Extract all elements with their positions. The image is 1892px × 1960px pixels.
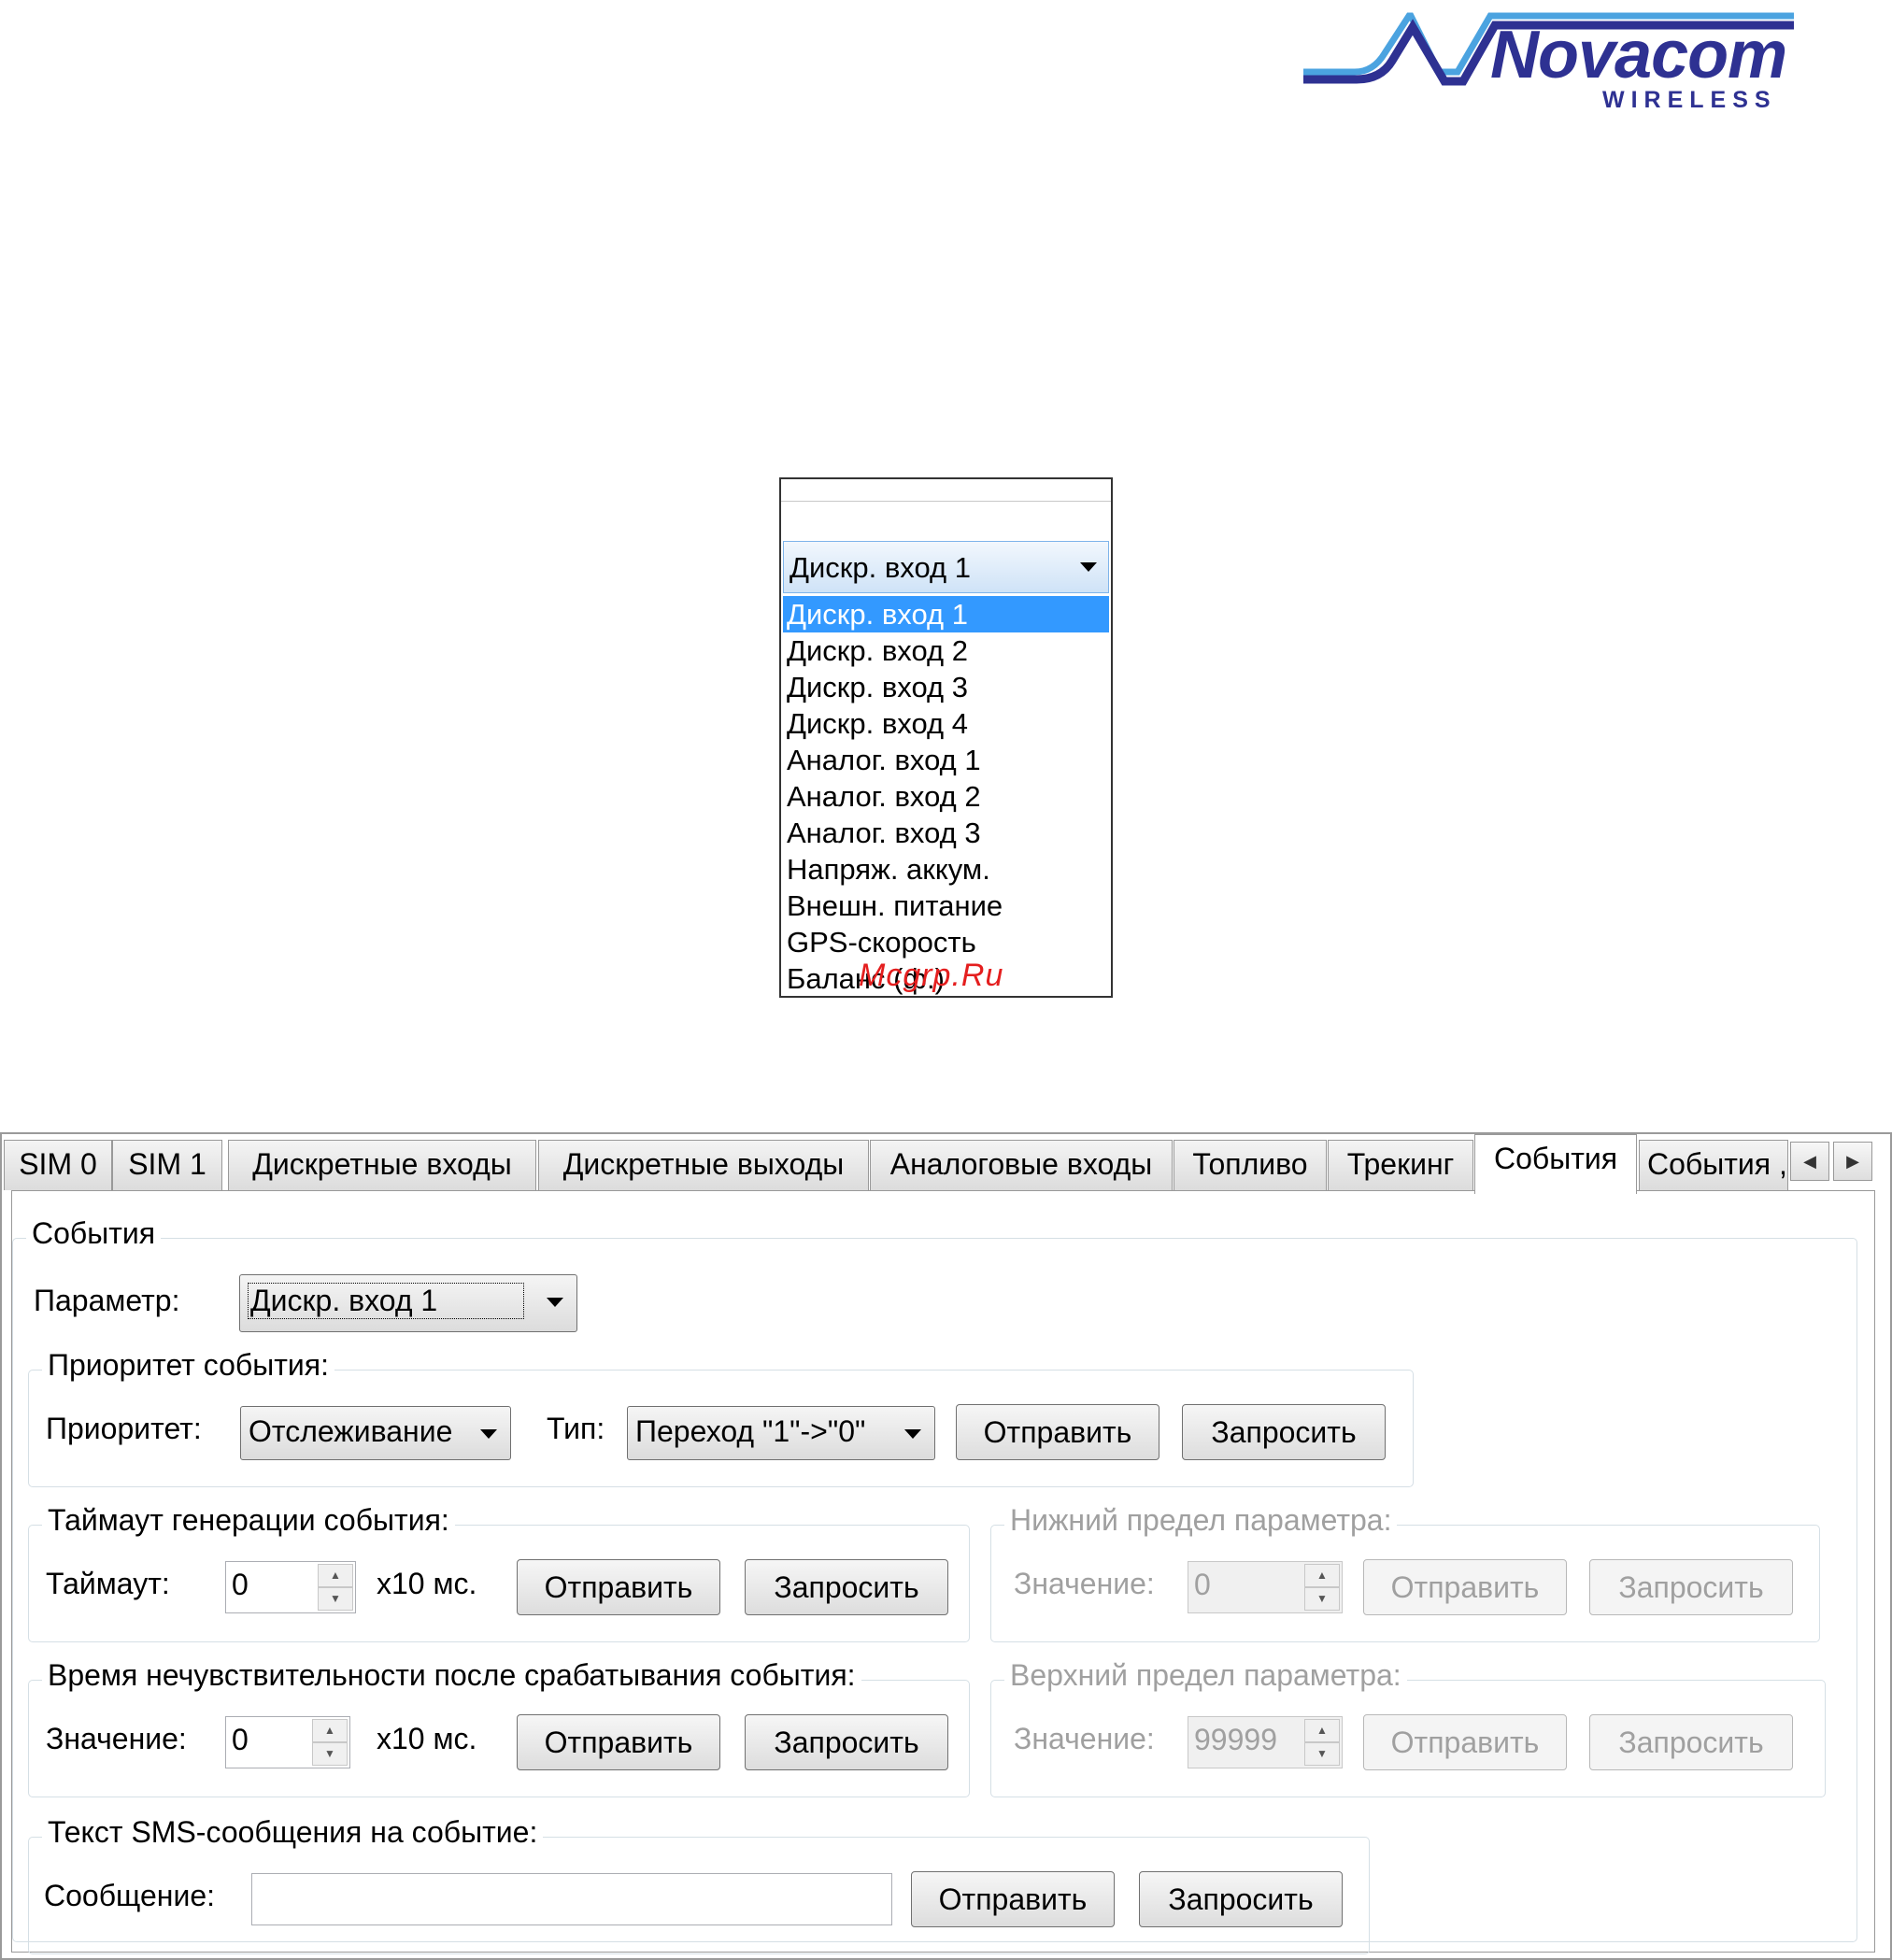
param-label: Параметр:	[34, 1284, 180, 1317]
tab-analog-inputs[interactable]: Аналоговые входы	[870, 1140, 1173, 1190]
option-analog-input-3[interactable]: Аналог. вход 3	[783, 815, 1109, 851]
chevron-down-icon[interactable]	[547, 1298, 563, 1307]
tab-scroll-left-icon[interactable]: ◀	[1790, 1142, 1829, 1181]
novacom-logo: Novacom WIRELESS	[1299, 5, 1794, 117]
upper-limit-spinner[interactable]: 99999 ▲ ▼	[1188, 1716, 1343, 1768]
parameter-combo-expanded[interactable]: Дискр. вход 1	[783, 541, 1109, 593]
insensitivity-label: Значение:	[46, 1722, 187, 1755]
type-combo-value: Переход "1"->"0"	[635, 1414, 866, 1448]
lower-limit-value: 0	[1194, 1568, 1211, 1601]
upper-limit-value: 99999	[1194, 1723, 1277, 1756]
tab-scroll-right-icon[interactable]: ▶	[1833, 1142, 1872, 1181]
option-external-power[interactable]: Внешн. питание	[783, 888, 1109, 924]
chevron-down-icon[interactable]	[904, 1429, 921, 1439]
option-discrete-input-1[interactable]: Дискр. вход 1	[783, 596, 1109, 632]
timeout-label: Таймаут:	[46, 1567, 170, 1600]
parameter-options-list[interactable]: Дискр. вход 1 Дискр. вход 2 Дискр. вход …	[783, 596, 1109, 997]
timeout-group-title: Таймаут генерации события:	[42, 1503, 455, 1538]
type-combo[interactable]: Переход "1"->"0"	[627, 1406, 935, 1460]
timeout-group: Таймаут генерации события: Таймаут: 0 ▲ …	[28, 1503, 970, 1642]
spin-down-icon[interactable]: ▼	[1304, 1587, 1340, 1611]
upper-limit-label: Значение:	[1014, 1722, 1155, 1755]
tab-events-more[interactable]: События ,	[1639, 1140, 1788, 1190]
settings-panel: SIM 0 SIM 1 Дискретные входы Дискретные …	[0, 1132, 1892, 1960]
priority-group: Приоритет события: Приоритет: Отслеживан…	[28, 1348, 1414, 1487]
option-discrete-input-3[interactable]: Дискр. вход 3	[783, 669, 1109, 705]
watermark: Mcgrp.Ru	[859, 958, 1004, 993]
priority-request-button[interactable]: Запросить	[1182, 1404, 1386, 1460]
sms-group: Текст SMS-сообщения на событие: Сообщени…	[28, 1815, 1370, 1954]
lower-limit-label: Значение:	[1014, 1567, 1155, 1600]
tab-discrete-inputs[interactable]: Дискретные входы	[228, 1140, 536, 1190]
divider	[781, 501, 1111, 502]
events-group-title: События	[26, 1216, 162, 1251]
insensitivity-request-button[interactable]: Запросить	[745, 1714, 948, 1770]
events-group: События Параметр: Дискр. вход 1 Приорите…	[12, 1216, 1857, 1954]
lower-limit-group-title: Нижний предел параметра:	[1004, 1503, 1398, 1538]
tab-sim-1[interactable]: SIM 1	[112, 1140, 222, 1190]
insensitivity-group-title: Время нечувствительности после срабатыва…	[42, 1658, 861, 1693]
timeout-spinner[interactable]: 0 ▲ ▼	[225, 1561, 356, 1613]
insensitivity-value: 0	[232, 1723, 249, 1756]
insensitivity-unit: x10 мс.	[377, 1722, 477, 1755]
upper-limit-group: Верхний предел параметра: Значение: 9999…	[990, 1658, 1826, 1797]
logo-wordmark: Novacom	[1490, 18, 1787, 92]
tab-fuel[interactable]: Топливо	[1174, 1140, 1327, 1190]
param-combo[interactable]: Дискр. вход 1	[239, 1274, 577, 1332]
option-discrete-input-4[interactable]: Дискр. вход 4	[783, 705, 1109, 742]
lower-limit-group: Нижний предел параметра: Значение: 0 ▲ ▼…	[990, 1503, 1820, 1642]
option-discrete-input-2[interactable]: Дискр. вход 2	[783, 632, 1109, 669]
tab-bar: SIM 0 SIM 1 Дискретные входы Дискретные …	[2, 1134, 1890, 1194]
events-tab-content: События Параметр: Дискр. вход 1 Приорите…	[11, 1190, 1875, 1954]
sms-label: Сообщение:	[44, 1879, 216, 1912]
lower-limit-spinner[interactable]: 0 ▲ ▼	[1188, 1561, 1343, 1613]
parameter-combo-value: Дискр. вход 1	[790, 551, 971, 584]
spin-up-icon[interactable]: ▲	[318, 1564, 353, 1587]
option-analog-input-2[interactable]: Аналог. вход 2	[783, 778, 1109, 815]
param-combo-value: Дискр. вход 1	[248, 1283, 524, 1319]
priority-group-title: Приоритет события:	[42, 1348, 334, 1383]
spin-up-icon[interactable]: ▲	[312, 1719, 348, 1742]
lower-limit-send-button[interactable]: Отправить	[1363, 1559, 1567, 1615]
timeout-request-button[interactable]: Запросить	[745, 1559, 948, 1615]
tab-sim-0[interactable]: SIM 0	[4, 1140, 112, 1190]
option-analog-input-1[interactable]: Аналог. вход 1	[783, 742, 1109, 778]
chevron-down-icon[interactable]	[1080, 562, 1097, 572]
spin-up-icon[interactable]: ▲	[1304, 1719, 1340, 1742]
upper-limit-request-button[interactable]: Запросить	[1589, 1714, 1793, 1770]
lower-limit-request-button[interactable]: Запросить	[1589, 1559, 1793, 1615]
option-battery-voltage[interactable]: Напряж. аккум.	[783, 851, 1109, 888]
tab-tracking[interactable]: Трекинг	[1328, 1140, 1473, 1190]
sms-request-button[interactable]: Запросить	[1139, 1871, 1343, 1927]
timeout-value: 0	[232, 1568, 249, 1601]
tab-events[interactable]: События	[1474, 1134, 1637, 1194]
insensitivity-send-button[interactable]: Отправить	[517, 1714, 720, 1770]
spin-down-icon[interactable]: ▼	[312, 1742, 348, 1766]
spin-up-icon[interactable]: ▲	[1304, 1564, 1340, 1587]
spin-down-icon[interactable]: ▼	[1304, 1742, 1340, 1766]
parameter-dropdown-demo: Дискр. вход 1 Дискр. вход 1 Дискр. вход …	[779, 477, 1113, 998]
spin-down-icon[interactable]: ▼	[318, 1587, 353, 1611]
tab-discrete-outputs[interactable]: Дискретные выходы	[538, 1140, 869, 1190]
priority-combo[interactable]: Отслеживание	[240, 1406, 511, 1460]
priority-combo-value: Отслеживание	[249, 1414, 453, 1448]
upper-limit-group-title: Верхний предел параметра:	[1004, 1658, 1407, 1693]
priority-send-button[interactable]: Отправить	[956, 1404, 1159, 1460]
type-label: Тип:	[547, 1412, 605, 1445]
option-gps-speed[interactable]: GPS-скорость	[783, 924, 1109, 960]
logo-subtitle: WIRELESS	[1602, 87, 1777, 113]
insensitivity-spinner[interactable]: 0 ▲ ▼	[225, 1716, 350, 1768]
insensitivity-group: Время нечувствительности после срабатыва…	[28, 1658, 970, 1797]
timeout-send-button[interactable]: Отправить	[517, 1559, 720, 1615]
chevron-down-icon[interactable]	[480, 1429, 497, 1439]
upper-limit-send-button[interactable]: Отправить	[1363, 1714, 1567, 1770]
sms-group-title: Текст SMS-сообщения на событие:	[42, 1815, 544, 1850]
sms-send-button[interactable]: Отправить	[911, 1871, 1115, 1927]
priority-label: Приоритет:	[46, 1412, 202, 1445]
sms-message-input[interactable]	[251, 1873, 892, 1925]
timeout-unit: x10 мс.	[377, 1567, 477, 1600]
